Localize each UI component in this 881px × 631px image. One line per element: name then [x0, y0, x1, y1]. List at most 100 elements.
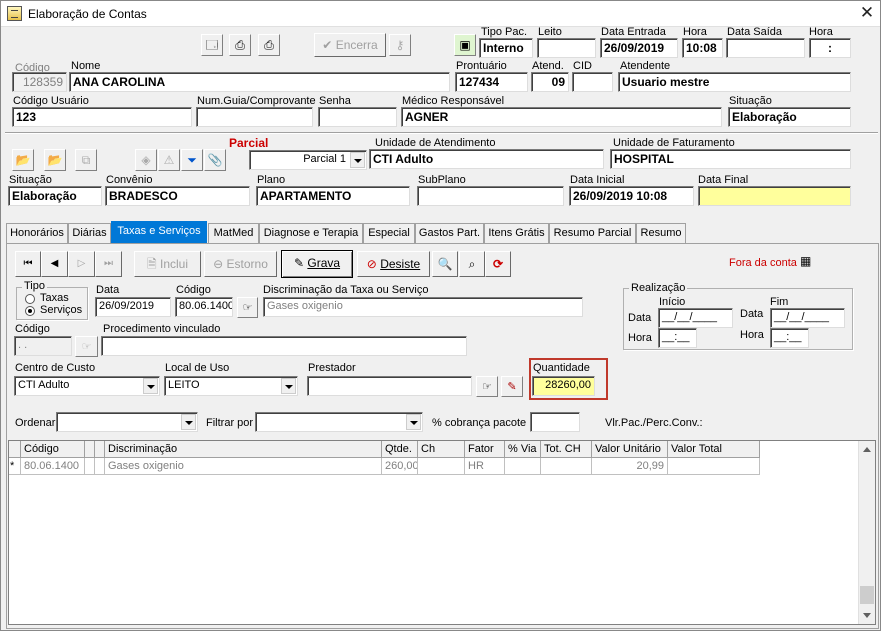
cobranca-field[interactable]: [530, 412, 580, 432]
refresh-icon[interactable]: ⟳: [485, 251, 511, 277]
binoculars-icon[interactable]: ⌕: [459, 251, 485, 277]
tab-matmed[interactable]: MatMed: [208, 223, 259, 243]
open-folder-2-icon[interactable]: 📂: [44, 149, 66, 171]
codigo-proc-field[interactable]: . .: [14, 336, 72, 356]
cell-qtde[interactable]: 260,00: [382, 458, 418, 475]
clear-prestador-icon[interactable]: ✎: [501, 376, 523, 397]
tipo-pac-field[interactable]: Interno: [479, 38, 533, 58]
split-icon[interactable]: ◈: [135, 149, 157, 171]
inicio-hora-field[interactable]: __:__: [658, 328, 697, 348]
cell-valor-total[interactable]: [668, 458, 760, 475]
parcial-situacao-field[interactable]: Elaboração: [8, 186, 102, 206]
convenio-field[interactable]: BRADESCO: [105, 186, 250, 206]
data-field[interactable]: 26/09/2019: [95, 297, 171, 317]
search-code-icon[interactable]: ☞: [237, 297, 258, 318]
parcial-select[interactable]: Parcial 1: [249, 150, 367, 170]
cell-valor-unitario[interactable]: 20,99: [592, 458, 668, 475]
col-tot-ch[interactable]: Tot. CH: [541, 441, 592, 458]
local-uso-select[interactable]: LEITO: [164, 376, 298, 396]
data-inicial-field[interactable]: 26/09/2019 10:08: [569, 186, 694, 206]
chevron-down-icon[interactable]: [281, 378, 296, 394]
unidade-fat-field[interactable]: HOSPITAL: [610, 149, 851, 169]
num-guia-field[interactable]: [196, 107, 313, 127]
hora-entrada-field[interactable]: 10:08: [682, 38, 723, 58]
col-ch[interactable]: Ch: [418, 441, 465, 458]
tab-honorarios[interactable]: Honorários: [6, 223, 68, 243]
tab-especial[interactable]: Especial: [363, 223, 415, 243]
tab-itens-gratis[interactable]: Itens Grátis: [484, 223, 549, 243]
copy-icon[interactable]: ⧉: [75, 149, 97, 171]
cell-flag[interactable]: [85, 458, 95, 475]
col-valor-unitario[interactable]: Valor Unitário: [592, 441, 668, 458]
cell-via[interactable]: [505, 458, 541, 475]
tab-taxas-servicos[interactable]: Taxas e Serviços: [111, 221, 207, 243]
search-prestador-icon[interactable]: ☞: [476, 376, 498, 397]
tab-diarias[interactable]: Diárias: [68, 223, 111, 243]
print-preview-icon[interactable]: ⎙: [258, 34, 280, 56]
patient-icon[interactable]: ▣: [454, 34, 476, 56]
desiste-button[interactable]: ⊘ Desiste: [357, 251, 430, 277]
medico-field[interactable]: AGNER: [401, 107, 722, 127]
ordenar-select[interactable]: [56, 412, 198, 432]
col-valor-total[interactable]: Valor Total: [668, 441, 760, 458]
tab-resumo[interactable]: Resumo: [636, 223, 686, 243]
tab-diagnose-terapia[interactable]: Diagnose e Terapia: [259, 223, 363, 243]
servicos-radio[interactable]: [25, 306, 35, 316]
col-fator[interactable]: Fator: [465, 441, 505, 458]
unidade-atend-field[interactable]: CTI Adulto: [369, 149, 604, 169]
cell-discriminacao[interactable]: Gases oxigenio: [105, 458, 382, 475]
warning-icon[interactable]: ⚠: [158, 149, 180, 171]
grava-button[interactable]: ✎ Grava: [281, 250, 353, 278]
tab-resumo-parcial[interactable]: Resumo Parcial: [549, 223, 636, 243]
tab-gastos-part[interactable]: Gastos Part.: [415, 223, 484, 243]
grid-scrollbar[interactable]: [858, 441, 875, 624]
zoom-icon[interactable]: 🔍: [432, 251, 458, 277]
scroll-down-icon[interactable]: [863, 613, 871, 618]
senha-field[interactable]: [318, 107, 397, 127]
inclui-button[interactable]: 🗎 Inclui: [134, 251, 201, 277]
col-qtde[interactable]: Qtde.: [382, 441, 418, 458]
estorno-button[interactable]: ⊖ Estorno: [204, 251, 277, 277]
situacao-field[interactable]: Elaboração: [728, 107, 851, 127]
inicio-data-field[interactable]: __/__/____: [658, 308, 733, 328]
leito-field[interactable]: [537, 38, 596, 58]
search-proc-icon[interactable]: ☞: [75, 336, 98, 357]
atend-field[interactable]: 09: [531, 72, 569, 92]
taxas-radio[interactable]: [25, 294, 35, 304]
atendente-field[interactable]: Usuario mestre: [618, 72, 851, 92]
encerra-button[interactable]: ✔ Encerra: [314, 33, 386, 57]
discriminacao-field[interactable]: Gases oxigenio: [263, 297, 583, 317]
codigo-usuario-field[interactable]: 123: [12, 107, 192, 127]
open-folder-icon[interactable]: 📂: [12, 149, 34, 171]
scroll-thumb[interactable]: [860, 586, 874, 604]
chevron-down-icon[interactable]: [143, 378, 158, 394]
cell-flag-2[interactable]: [95, 458, 105, 475]
col-codigo[interactable]: Código: [21, 441, 85, 458]
data-final-field[interactable]: [698, 186, 851, 206]
plano-field[interactable]: APARTAMENTO: [256, 186, 410, 206]
cell-codigo[interactable]: 80.06.1400: [21, 458, 85, 475]
codigo-taxa-field[interactable]: 80.06.1400: [175, 297, 233, 317]
col-flag[interactable]: [85, 441, 95, 458]
fim-data-field[interactable]: __/__/____: [770, 308, 845, 328]
lock-icon[interactable]: ⚷: [389, 34, 411, 56]
subplano-field[interactable]: [417, 186, 564, 206]
fora-da-conta-icon[interactable]: ▦: [800, 254, 818, 270]
scroll-up-icon[interactable]: [863, 447, 871, 452]
codigo-field[interactable]: 128359: [12, 72, 67, 92]
prontuario-field[interactable]: 127434: [455, 72, 528, 92]
next-record-icon[interactable]: ▷: [68, 251, 95, 277]
prestador-field[interactable]: [307, 376, 472, 396]
cid-field[interactable]: [572, 72, 613, 92]
chevron-down-icon[interactable]: [181, 414, 196, 430]
hora-saida-field[interactable]: :: [809, 38, 851, 58]
properties-icon[interactable]: 🗔: [201, 34, 223, 56]
filter-icon[interactable]: ⏷: [181, 149, 203, 171]
cell-ch[interactable]: [418, 458, 465, 475]
data-saida-field[interactable]: [726, 38, 805, 58]
col-discriminacao[interactable]: Discriminação: [105, 441, 382, 458]
fim-hora-field[interactable]: __:__: [770, 328, 809, 348]
attachment-icon[interactable]: 📎: [204, 149, 226, 171]
centro-custo-select[interactable]: CTI Adulto: [14, 376, 160, 396]
data-entrada-field[interactable]: 26/09/2019: [600, 38, 678, 58]
